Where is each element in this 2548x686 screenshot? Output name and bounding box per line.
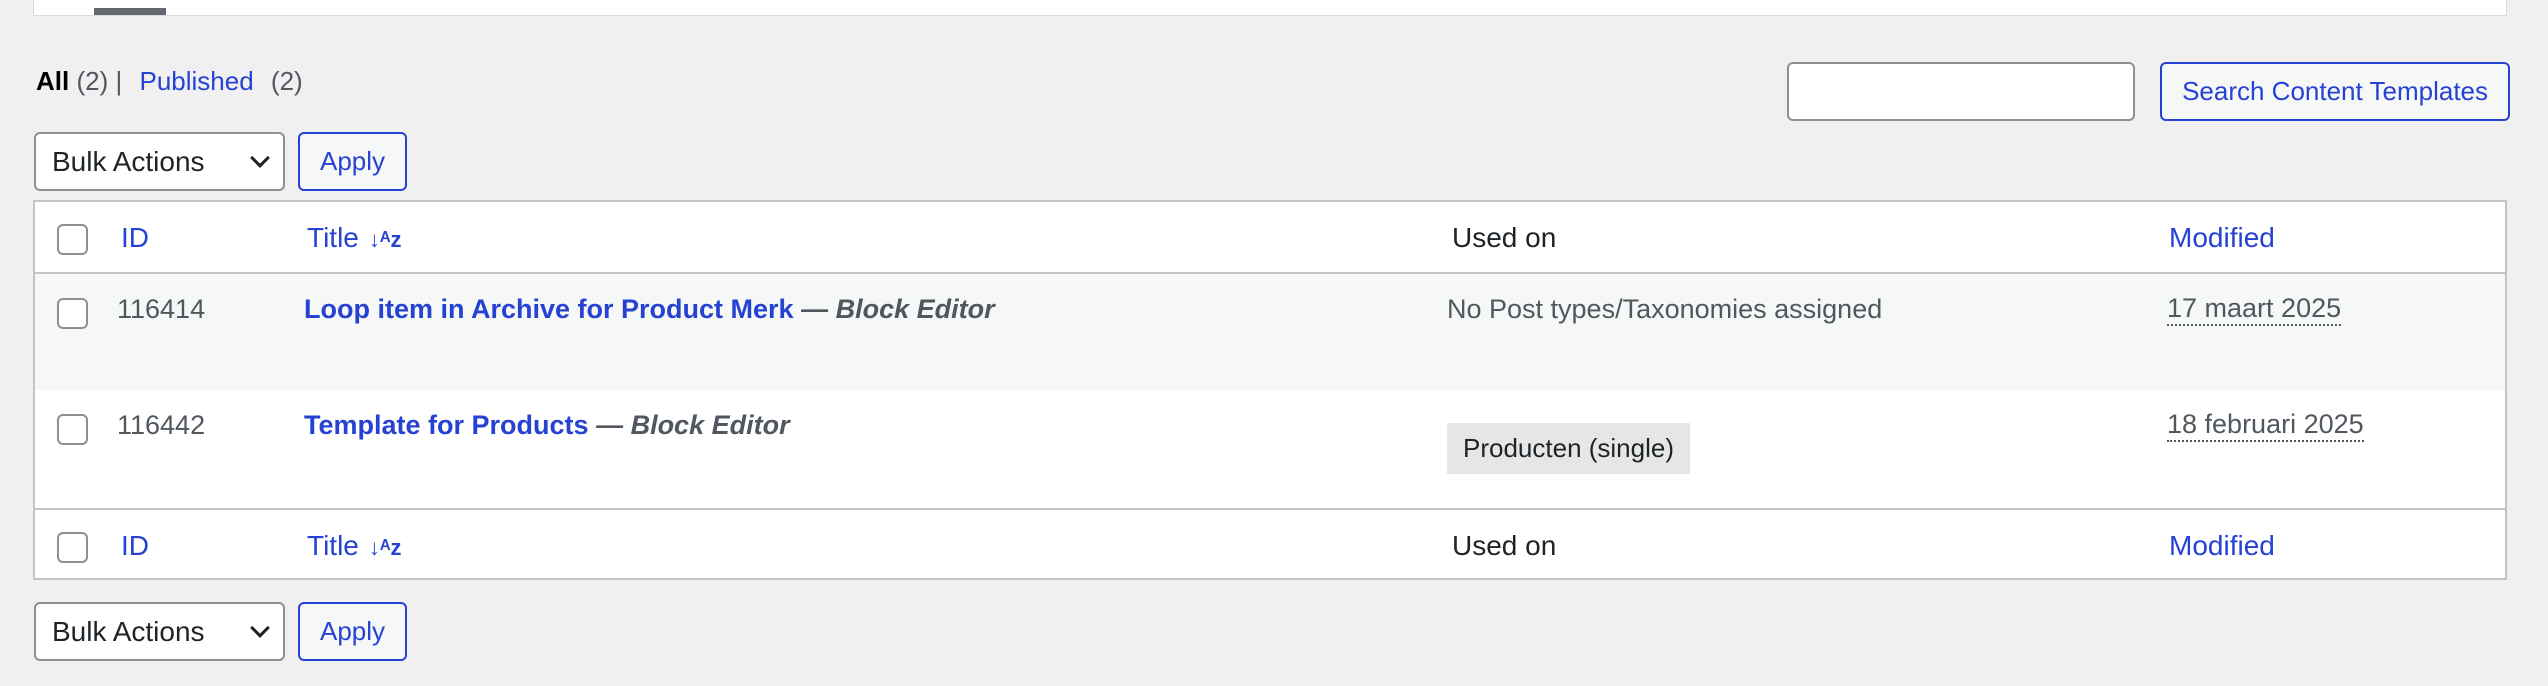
table-row: 116414 Loop item in Archive for Product … [35, 274, 2505, 390]
row-used-on: No Post types/Taxonomies assigned [1447, 294, 1883, 324]
column-title[interactable]: Title ↓ᴬz [307, 222, 402, 254]
apply-button[interactable]: Apply [298, 132, 408, 191]
search-box: Search Content Templates [1787, 62, 2510, 121]
sort-icon: ↓ᴬz [368, 534, 402, 560]
chevron-down-icon [250, 617, 270, 638]
tablenav-bottom: Bulk Actions Apply [34, 602, 408, 661]
row-title-link[interactable]: Loop item in Archive for Product Merk [304, 294, 794, 324]
filter-separator: | [115, 66, 123, 96]
table-row: 116442 Template for Products — Block Edi… [35, 390, 2505, 508]
filter-all[interactable]: All [36, 66, 69, 96]
top-panel [33, 0, 2507, 16]
row-title[interactable]: Loop item in Archive for Product Merk — … [304, 294, 995, 325]
status-filters: All (2) | Published (2) [36, 66, 303, 97]
row-modified: 18 februari 2025 [2167, 409, 2364, 442]
select-all-checkbox[interactable] [57, 224, 88, 255]
search-input[interactable] [1787, 62, 2136, 121]
column-title-footer[interactable]: Title ↓ᴬz [307, 530, 402, 562]
filter-published[interactable]: Published [139, 66, 253, 96]
bulk-actions-value: Bulk Actions [52, 145, 205, 177]
column-id[interactable]: ID [121, 222, 149, 254]
row-post-state: — Block Editor [596, 410, 790, 440]
column-title-label: Title [307, 222, 359, 253]
row-checkbox[interactable] [57, 298, 88, 329]
row-post-state: — Block Editor [801, 294, 995, 324]
column-id-footer[interactable]: ID [121, 530, 149, 562]
column-modified-footer[interactable]: Modified [2169, 530, 2275, 562]
column-used-on: Used on [1452, 222, 1557, 253]
row-checkbox[interactable] [57, 414, 88, 445]
column-modified[interactable]: Modified [2169, 222, 2275, 254]
row-modified: 17 maart 2025 [2167, 293, 2342, 326]
sort-icon: ↓ᴬz [368, 226, 402, 252]
filter-published-count: (2) [270, 66, 303, 96]
tablenav-top: Bulk Actions Apply [34, 132, 408, 191]
table-footer: ID Title ↓ᴬz Used on Modified [35, 508, 2505, 580]
table-header: ID Title ↓ᴬz Used on Modified [35, 202, 2505, 274]
chevron-down-icon [250, 147, 270, 168]
bulk-actions-select[interactable]: Bulk Actions [34, 132, 285, 191]
select-all-checkbox-footer[interactable] [57, 532, 88, 563]
filter-all-count: (2) [76, 66, 109, 96]
row-id: 116414 [117, 294, 206, 324]
row-title[interactable]: Template for Products — Block Editor [304, 410, 790, 441]
apply-button-bottom[interactable]: Apply [298, 602, 408, 661]
search-button[interactable]: Search Content Templates [2160, 62, 2510, 121]
row-title-link[interactable]: Template for Products [304, 410, 589, 440]
content-templates-table: ID Title ↓ᴬz Used on Modified 116414 Loop… [33, 200, 2507, 580]
active-tab-indicator [94, 8, 166, 15]
used-on-tag: Producten (single) [1447, 423, 1690, 474]
row-id: 116442 [117, 410, 206, 440]
bulk-actions-value: Bulk Actions [52, 615, 205, 647]
column-title-label: Title [307, 530, 359, 561]
bulk-actions-select-bottom[interactable]: Bulk Actions [34, 602, 285, 661]
column-used-on-footer: Used on [1452, 530, 1557, 561]
